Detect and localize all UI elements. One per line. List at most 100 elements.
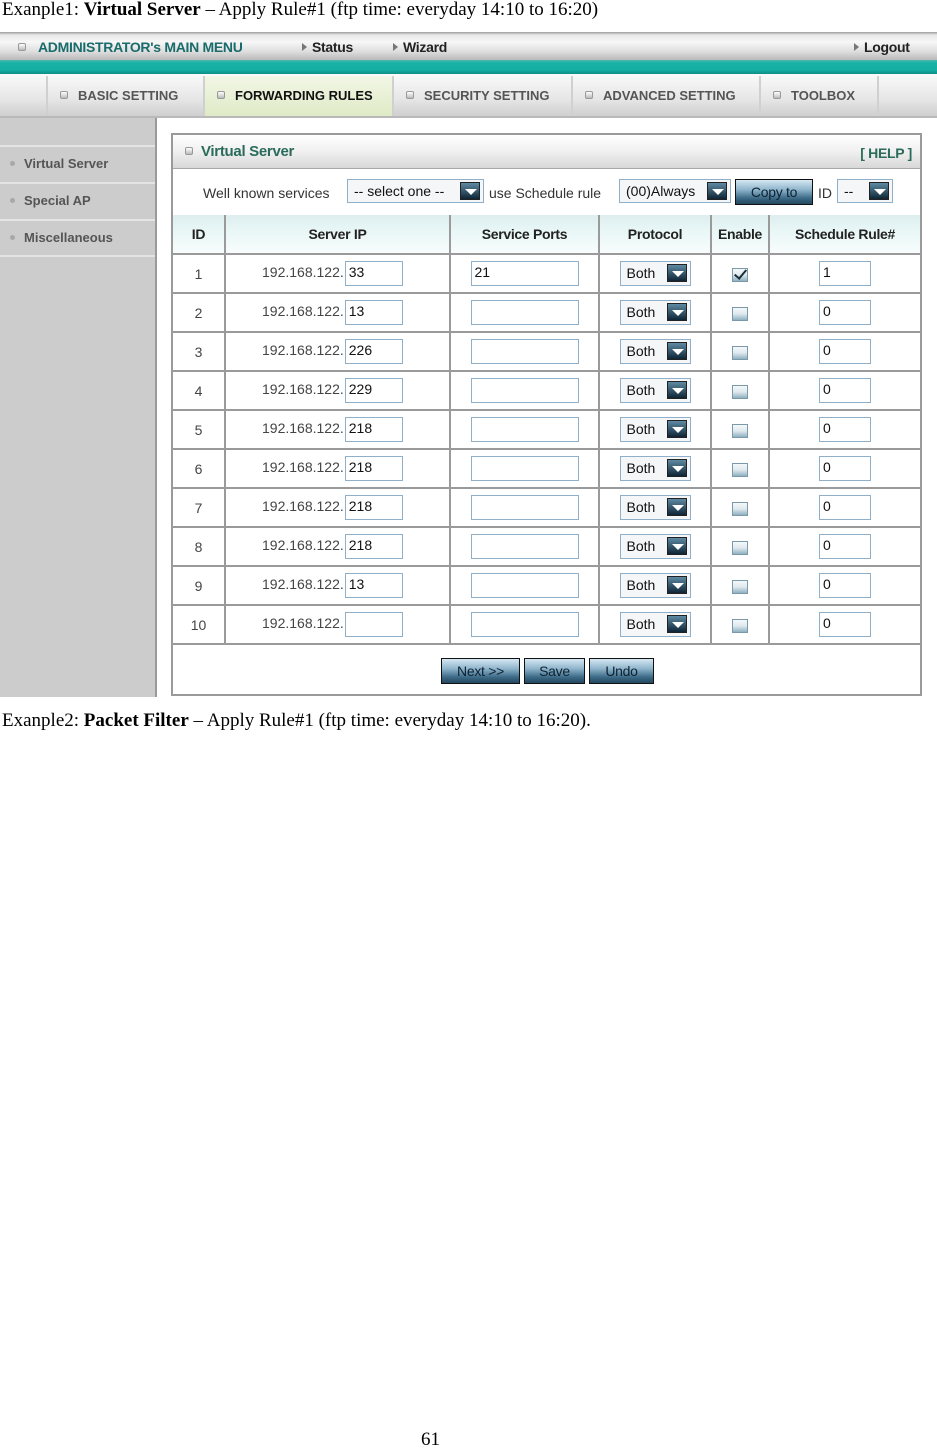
service-ports-input[interactable] xyxy=(470,417,579,442)
col-header-server-ip: Server IP xyxy=(224,215,451,255)
server-ip-input[interactable] xyxy=(344,612,403,637)
protocol-select[interactable]: Both xyxy=(619,417,691,442)
enable-cell xyxy=(710,487,770,528)
admin-main-menu[interactable]: ADMINISTRATOR's MAIN MENU xyxy=(18,39,243,55)
enable-checkbox[interactable] xyxy=(732,306,748,321)
service-ports-cell xyxy=(449,526,600,567)
service-ports-cell: 21 xyxy=(449,253,600,294)
col-header-schedule-rule: Schedule Rule# xyxy=(768,215,920,255)
protocol-select[interactable]: Both xyxy=(619,339,691,364)
sidebar-item-virtual-server[interactable]: Virtual Server xyxy=(0,145,155,180)
schedule-rule-input[interactable]: 0 xyxy=(819,300,871,325)
service-ports-cell xyxy=(449,565,600,606)
enable-checkbox[interactable] xyxy=(732,618,748,633)
service-ports-input[interactable]: 21 xyxy=(470,261,579,286)
server-ip-cell: 192.168.122. 13 xyxy=(224,565,451,606)
server-ip-input[interactable]: 218 xyxy=(344,456,403,481)
schedule-rule-input[interactable]: 0 xyxy=(819,612,871,637)
enable-checkbox[interactable] xyxy=(732,462,748,477)
server-ip-input[interactable]: 33 xyxy=(344,261,403,286)
service-ports-input[interactable] xyxy=(470,339,579,364)
service-ports-input[interactable] xyxy=(470,534,579,559)
service-ports-input[interactable] xyxy=(470,495,579,520)
copy-to-button[interactable]: Copy to xyxy=(735,179,813,205)
protocol-select[interactable]: Both xyxy=(619,378,691,403)
nav-wizard-link[interactable]: Wizard xyxy=(393,39,447,55)
enable-cell xyxy=(710,604,770,645)
service-ports-input[interactable] xyxy=(470,378,579,403)
nav-status-link[interactable]: Status xyxy=(302,39,353,55)
square-bullet-icon xyxy=(585,91,593,99)
enable-cell xyxy=(710,565,770,606)
enable-checkbox[interactable] xyxy=(732,267,748,282)
enable-checkbox[interactable] xyxy=(732,540,748,555)
ip-prefix: 192.168.122. xyxy=(262,576,344,593)
schedule-rule-input[interactable]: 0 xyxy=(819,417,871,442)
enable-checkbox[interactable] xyxy=(732,345,748,360)
enable-checkbox[interactable] xyxy=(732,501,748,516)
ip-prefix: 192.168.122. xyxy=(262,615,344,632)
server-ip-input[interactable]: 13 xyxy=(344,573,403,598)
schedule-rule-input[interactable]: 0 xyxy=(819,378,871,403)
server-ip-input[interactable]: 218 xyxy=(344,495,403,520)
service-ports-input[interactable] xyxy=(470,573,579,598)
tab-security-setting[interactable]: SECURITY SETTING xyxy=(392,76,571,116)
server-ip-cell: 192.168.122. 218 xyxy=(224,448,451,489)
enable-checkbox[interactable] xyxy=(732,579,748,594)
tab-toolbox[interactable]: TOOLBOX xyxy=(759,76,877,116)
tab-basic-setting[interactable]: BASIC SETTING xyxy=(46,76,203,116)
server-ip-input[interactable]: 229 xyxy=(344,378,403,403)
service-ports-input[interactable] xyxy=(470,612,579,637)
service-ports-input[interactable] xyxy=(470,456,579,481)
chevron-down-icon xyxy=(460,182,480,200)
wizard-label: Wizard xyxy=(403,39,447,55)
save-button[interactable]: Save xyxy=(524,658,585,684)
schedule-rule-input[interactable]: 1 xyxy=(819,261,871,286)
sidebar-item-special-ap[interactable]: Special AP xyxy=(0,182,155,217)
enable-checkbox[interactable] xyxy=(732,384,748,399)
service-ports-input[interactable] xyxy=(470,300,579,325)
server-ip-input[interactable]: 218 xyxy=(344,417,403,442)
enable-checkbox[interactable] xyxy=(732,423,748,438)
schedule-rule-input[interactable]: 0 xyxy=(819,573,871,598)
well-known-services-select[interactable]: -- select one -- xyxy=(347,179,484,203)
enable-cell xyxy=(710,253,770,294)
undo-button[interactable]: Undo xyxy=(589,658,654,684)
schedule-rule-input[interactable]: 0 xyxy=(819,534,871,559)
row-id: 3 xyxy=(173,331,226,372)
server-ip-input[interactable]: 226 xyxy=(344,339,403,364)
bullet-icon xyxy=(10,161,15,166)
protocol-cell: Both xyxy=(598,526,712,567)
top-menu-bar: ADMINISTRATOR's MAIN MENU Status Wizard … xyxy=(0,32,937,60)
schedule-rule-cell: 0 xyxy=(768,370,920,411)
protocol-select[interactable]: Both xyxy=(619,261,691,286)
enable-cell xyxy=(710,370,770,411)
server-ip-input[interactable]: 13 xyxy=(344,300,403,325)
tab-advanced-setting[interactable]: ADVANCED SETTING xyxy=(571,76,759,116)
protocol-select[interactable]: Both xyxy=(619,612,691,637)
nav-logout-link[interactable]: Logout xyxy=(854,39,910,55)
copy-id-select[interactable]: -- xyxy=(837,179,893,203)
schedule-rule-select[interactable]: (00)Always xyxy=(619,179,731,203)
protocol-select[interactable]: Both xyxy=(619,300,691,325)
server-ip-input[interactable]: 218 xyxy=(344,534,403,559)
ip-prefix: 192.168.122. xyxy=(262,342,344,359)
protocol-select[interactable]: Both xyxy=(619,573,691,598)
caption-prefix: Exanple2: xyxy=(2,710,84,731)
select-value: -- select one -- xyxy=(354,183,445,199)
protocol-cell: Both xyxy=(598,409,712,450)
protocol-select[interactable]: Both xyxy=(619,495,691,520)
server-ip-cell: 192.168.122. 13 xyxy=(224,292,451,333)
protocol-select[interactable]: Both xyxy=(619,534,691,559)
schedule-rule-input[interactable]: 0 xyxy=(819,495,871,520)
arrow-right-icon xyxy=(393,43,398,51)
schedule-rule-input[interactable]: 0 xyxy=(819,456,871,481)
schedule-rule-cell: 0 xyxy=(768,292,920,333)
tab-forwarding-rules[interactable]: FORWARDING RULES xyxy=(203,76,392,116)
next-button[interactable]: Next >> xyxy=(441,658,520,684)
schedule-rule-input[interactable]: 0 xyxy=(819,339,871,364)
help-link[interactable]: [ HELP ] xyxy=(860,145,912,161)
protocol-select[interactable]: Both xyxy=(619,456,691,481)
sidebar-item-miscellaneous[interactable]: Miscellaneous xyxy=(0,219,155,254)
table-row: 4 192.168.122. 229 Both 0 xyxy=(173,370,920,411)
